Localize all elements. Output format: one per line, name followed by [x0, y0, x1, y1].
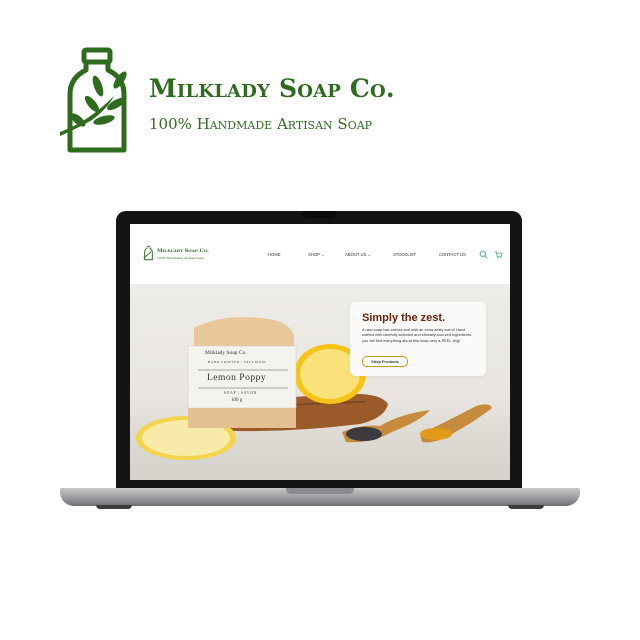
label-weight: 100 g [231, 398, 243, 403]
brand-tagline: 100% Handmade Artisan Soap [149, 115, 373, 133]
cart-icon[interactable] [494, 250, 503, 259]
site-logo-tagline: 100% Handmade Artisan Soap [157, 256, 204, 260]
shop-products-button[interactable]: Shop Products [362, 356, 408, 367]
hero-body: A new soap has arrived and with an extra… [362, 327, 473, 343]
label-type: SOAP | SAVON [224, 391, 258, 395]
brand-name: Milklady Soap Co. [149, 74, 395, 103]
trackpad-groove [286, 488, 354, 494]
search-icon[interactable] [479, 250, 488, 259]
camera-notch [302, 211, 336, 218]
nav-stockist[interactable]: STOCKLIST [393, 252, 416, 257]
nav-shop-label: SHOP [308, 252, 320, 257]
hero-title: Simply the zest. [362, 312, 446, 324]
hero-card: Simply the zest. A new soap has arrived … [350, 302, 486, 376]
laptop-base [60, 488, 580, 506]
laptop-screen: Milklady Soap Co. 100% Handmade Artisan … [130, 224, 510, 480]
nav-contact[interactable]: CONTACT US [439, 252, 466, 257]
hero-banner: Milklady Soap Co. HAND CRAFTED | SALT MA… [130, 284, 510, 480]
nav-home[interactable]: HOME [268, 252, 281, 257]
nav-about[interactable]: ABOUT US ⌄ [345, 252, 371, 257]
site-logo-name[interactable]: Milklady Soap Co. [157, 248, 209, 254]
label-subtitle: HAND CRAFTED | SALT MAIN [208, 360, 267, 364]
chevron-down-icon: ⌄ [367, 252, 372, 257]
chevron-down-icon: ⌄ [320, 252, 325, 257]
nav-about-label: ABOUT US [345, 252, 367, 257]
brand-logo-icon [60, 47, 127, 153]
label-product-name: Lemon Poppy [207, 373, 267, 383]
label-brand: Milklady Soap Co. [205, 350, 247, 356]
laptop-foot [96, 505, 132, 509]
nav-shop[interactable]: SHOP ⌄ [308, 252, 324, 257]
laptop-foot [508, 505, 544, 509]
site-logo-icon[interactable] [143, 244, 154, 262]
site-header: Milklady Soap Co. 100% Handmade Artisan … [130, 224, 510, 284]
